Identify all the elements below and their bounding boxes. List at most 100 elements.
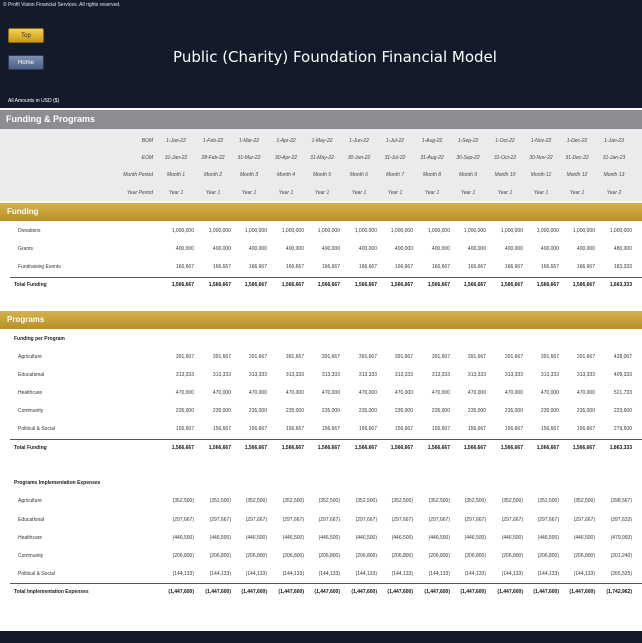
- value-cell: 409,333: [613, 372, 632, 378]
- timeline-bom-cell: 1-May-22: [311, 138, 333, 144]
- value-cell: 391,667: [358, 354, 377, 360]
- value-cell: (144,133): [391, 571, 413, 577]
- value-cell: (352,500): [428, 498, 450, 504]
- value-cell: (201,240): [610, 553, 632, 559]
- value-cell: (206,800): [501, 553, 523, 559]
- total-value-cell: 1,566,667: [244, 445, 267, 451]
- value-cell: 470,000: [394, 390, 413, 396]
- value-cell: (352,500): [209, 498, 231, 504]
- value-cell: 313,333: [358, 372, 377, 378]
- timeline-label-year: Year Period: [126, 190, 153, 196]
- timeline-bom-cell: 1-Jul-22: [385, 138, 405, 144]
- value-cell: 166,667: [467, 264, 486, 270]
- total-value-cell: (1,447,600): [351, 589, 377, 595]
- amounts-note: All Amounts in USD ($): [8, 98, 60, 104]
- value-cell: 156,667: [504, 426, 523, 432]
- timeline-eom-cell: 31-Jan-23: [602, 155, 626, 161]
- timeline-month-cell: Month 2: [203, 172, 223, 178]
- value-cell: (144,133): [209, 571, 231, 577]
- total-value-cell: (1,447,600): [569, 589, 595, 595]
- row-label: Community: [18, 553, 44, 559]
- value-cell: 400,000: [175, 246, 194, 252]
- value-cell: 400,000: [358, 246, 377, 252]
- timeline-bom-cell: 1-Aug-22: [421, 138, 443, 144]
- row-label: Educational: [18, 517, 45, 523]
- row-label: Political & Social: [18, 571, 55, 577]
- row-label: Agriculture: [18, 498, 42, 504]
- value-cell: (352,500): [501, 498, 523, 504]
- value-cell: 156,667: [358, 426, 377, 432]
- value-cell: 1,000,000: [244, 228, 267, 234]
- row-label: Healthcare: [18, 535, 43, 541]
- timeline-year-cell: Year 1: [205, 190, 221, 196]
- total-row-label: Total Funding: [14, 282, 47, 288]
- value-cell: 156,667: [394, 426, 413, 432]
- implementation-expenses-title: Programs Implementation Expenses: [14, 480, 101, 486]
- row-label: Grants: [18, 246, 34, 252]
- timeline-year-cell: Year 1: [387, 190, 403, 196]
- value-cell: 313,333: [576, 372, 595, 378]
- value-cell: 235,000: [248, 408, 267, 414]
- value-cell: (206,800): [282, 553, 304, 559]
- value-cell: 470,000: [576, 390, 595, 396]
- total-value-cell: 1,566,667: [390, 282, 413, 288]
- value-cell: (144,133): [355, 571, 377, 577]
- total-value-cell: 1,566,667: [281, 282, 304, 288]
- copyright-text: © Profit Vision Financial Services. All …: [3, 2, 121, 8]
- timeline-eom-cell: 30-Jun-22: [347, 155, 371, 161]
- total-value-cell: 1,566,667: [536, 445, 559, 451]
- timeline-bom-cell: 1-Jan-22: [166, 138, 186, 144]
- timeline-month-cell: Month 11: [530, 172, 552, 178]
- value-cell: (297,667): [318, 517, 340, 523]
- timeline-eom-cell: 31-Jan-22: [164, 155, 188, 161]
- value-cell: (352,500): [355, 498, 377, 504]
- timeline-month-cell: Month 5: [312, 172, 332, 178]
- timeline-month-cell: Month 12: [566, 172, 588, 178]
- timeline-bom-cell: 1-Nov-22: [530, 138, 552, 144]
- value-cell: 313,333: [431, 372, 450, 378]
- total-value-cell: (1,447,600): [387, 589, 413, 595]
- total-value-cell: 1,566,667: [427, 282, 450, 288]
- value-cell: 391,667: [248, 354, 267, 360]
- value-cell: 1,000,000: [427, 228, 450, 234]
- value-cell: (352,500): [391, 498, 413, 504]
- value-cell: 1,000,000: [354, 228, 377, 234]
- timeline-label-bom: BOM: [141, 138, 153, 144]
- value-cell: (144,133): [573, 571, 595, 577]
- total-value-cell: 1,566,667: [500, 445, 523, 451]
- home-button[interactable]: Home: [8, 55, 44, 70]
- value-cell: 156,667: [321, 426, 340, 432]
- value-cell: (144,133): [464, 571, 486, 577]
- top-button[interactable]: Top: [8, 28, 44, 43]
- value-cell: 470,000: [504, 390, 523, 396]
- value-cell: 470,000: [431, 390, 450, 396]
- value-cell: 223,600: [613, 408, 632, 414]
- value-cell: 470,000: [358, 390, 377, 396]
- value-cell: 166,667: [540, 264, 559, 270]
- row-label: Donations: [18, 228, 41, 234]
- value-cell: 391,667: [394, 354, 413, 360]
- timeline-month-cell: Month 13: [603, 172, 625, 178]
- timeline-eom-cell: 31-Dec-22: [565, 155, 589, 161]
- value-cell: 166,667: [431, 264, 450, 270]
- value-cell: (446,500): [391, 535, 413, 541]
- timeline-year-cell: Year 1: [314, 190, 330, 196]
- value-cell: (206,800): [318, 553, 340, 559]
- total-value-cell: 1,566,667: [390, 445, 413, 451]
- total-value-cell: 1,566,667: [463, 445, 486, 451]
- timeline-bom-cell: 1-Apr-22: [276, 138, 296, 144]
- value-cell: 391,667: [212, 354, 231, 360]
- value-cell: 400,000: [285, 246, 304, 252]
- value-cell: (206,800): [573, 553, 595, 559]
- value-cell: 156,667: [285, 426, 304, 432]
- value-cell: 1,000,000: [208, 228, 231, 234]
- funding-per-program-title: Funding per Program: [14, 336, 65, 342]
- value-cell: (352,500): [245, 498, 267, 504]
- value-cell: 235,000: [431, 408, 450, 414]
- timeline-month-cell: Month 1: [166, 172, 186, 178]
- section-header-funding: Funding: [0, 203, 642, 221]
- value-cell: 235,000: [321, 408, 340, 414]
- value-cell: 470,000: [540, 390, 559, 396]
- value-cell: (398,567): [610, 498, 632, 504]
- value-cell: (206,800): [428, 553, 450, 559]
